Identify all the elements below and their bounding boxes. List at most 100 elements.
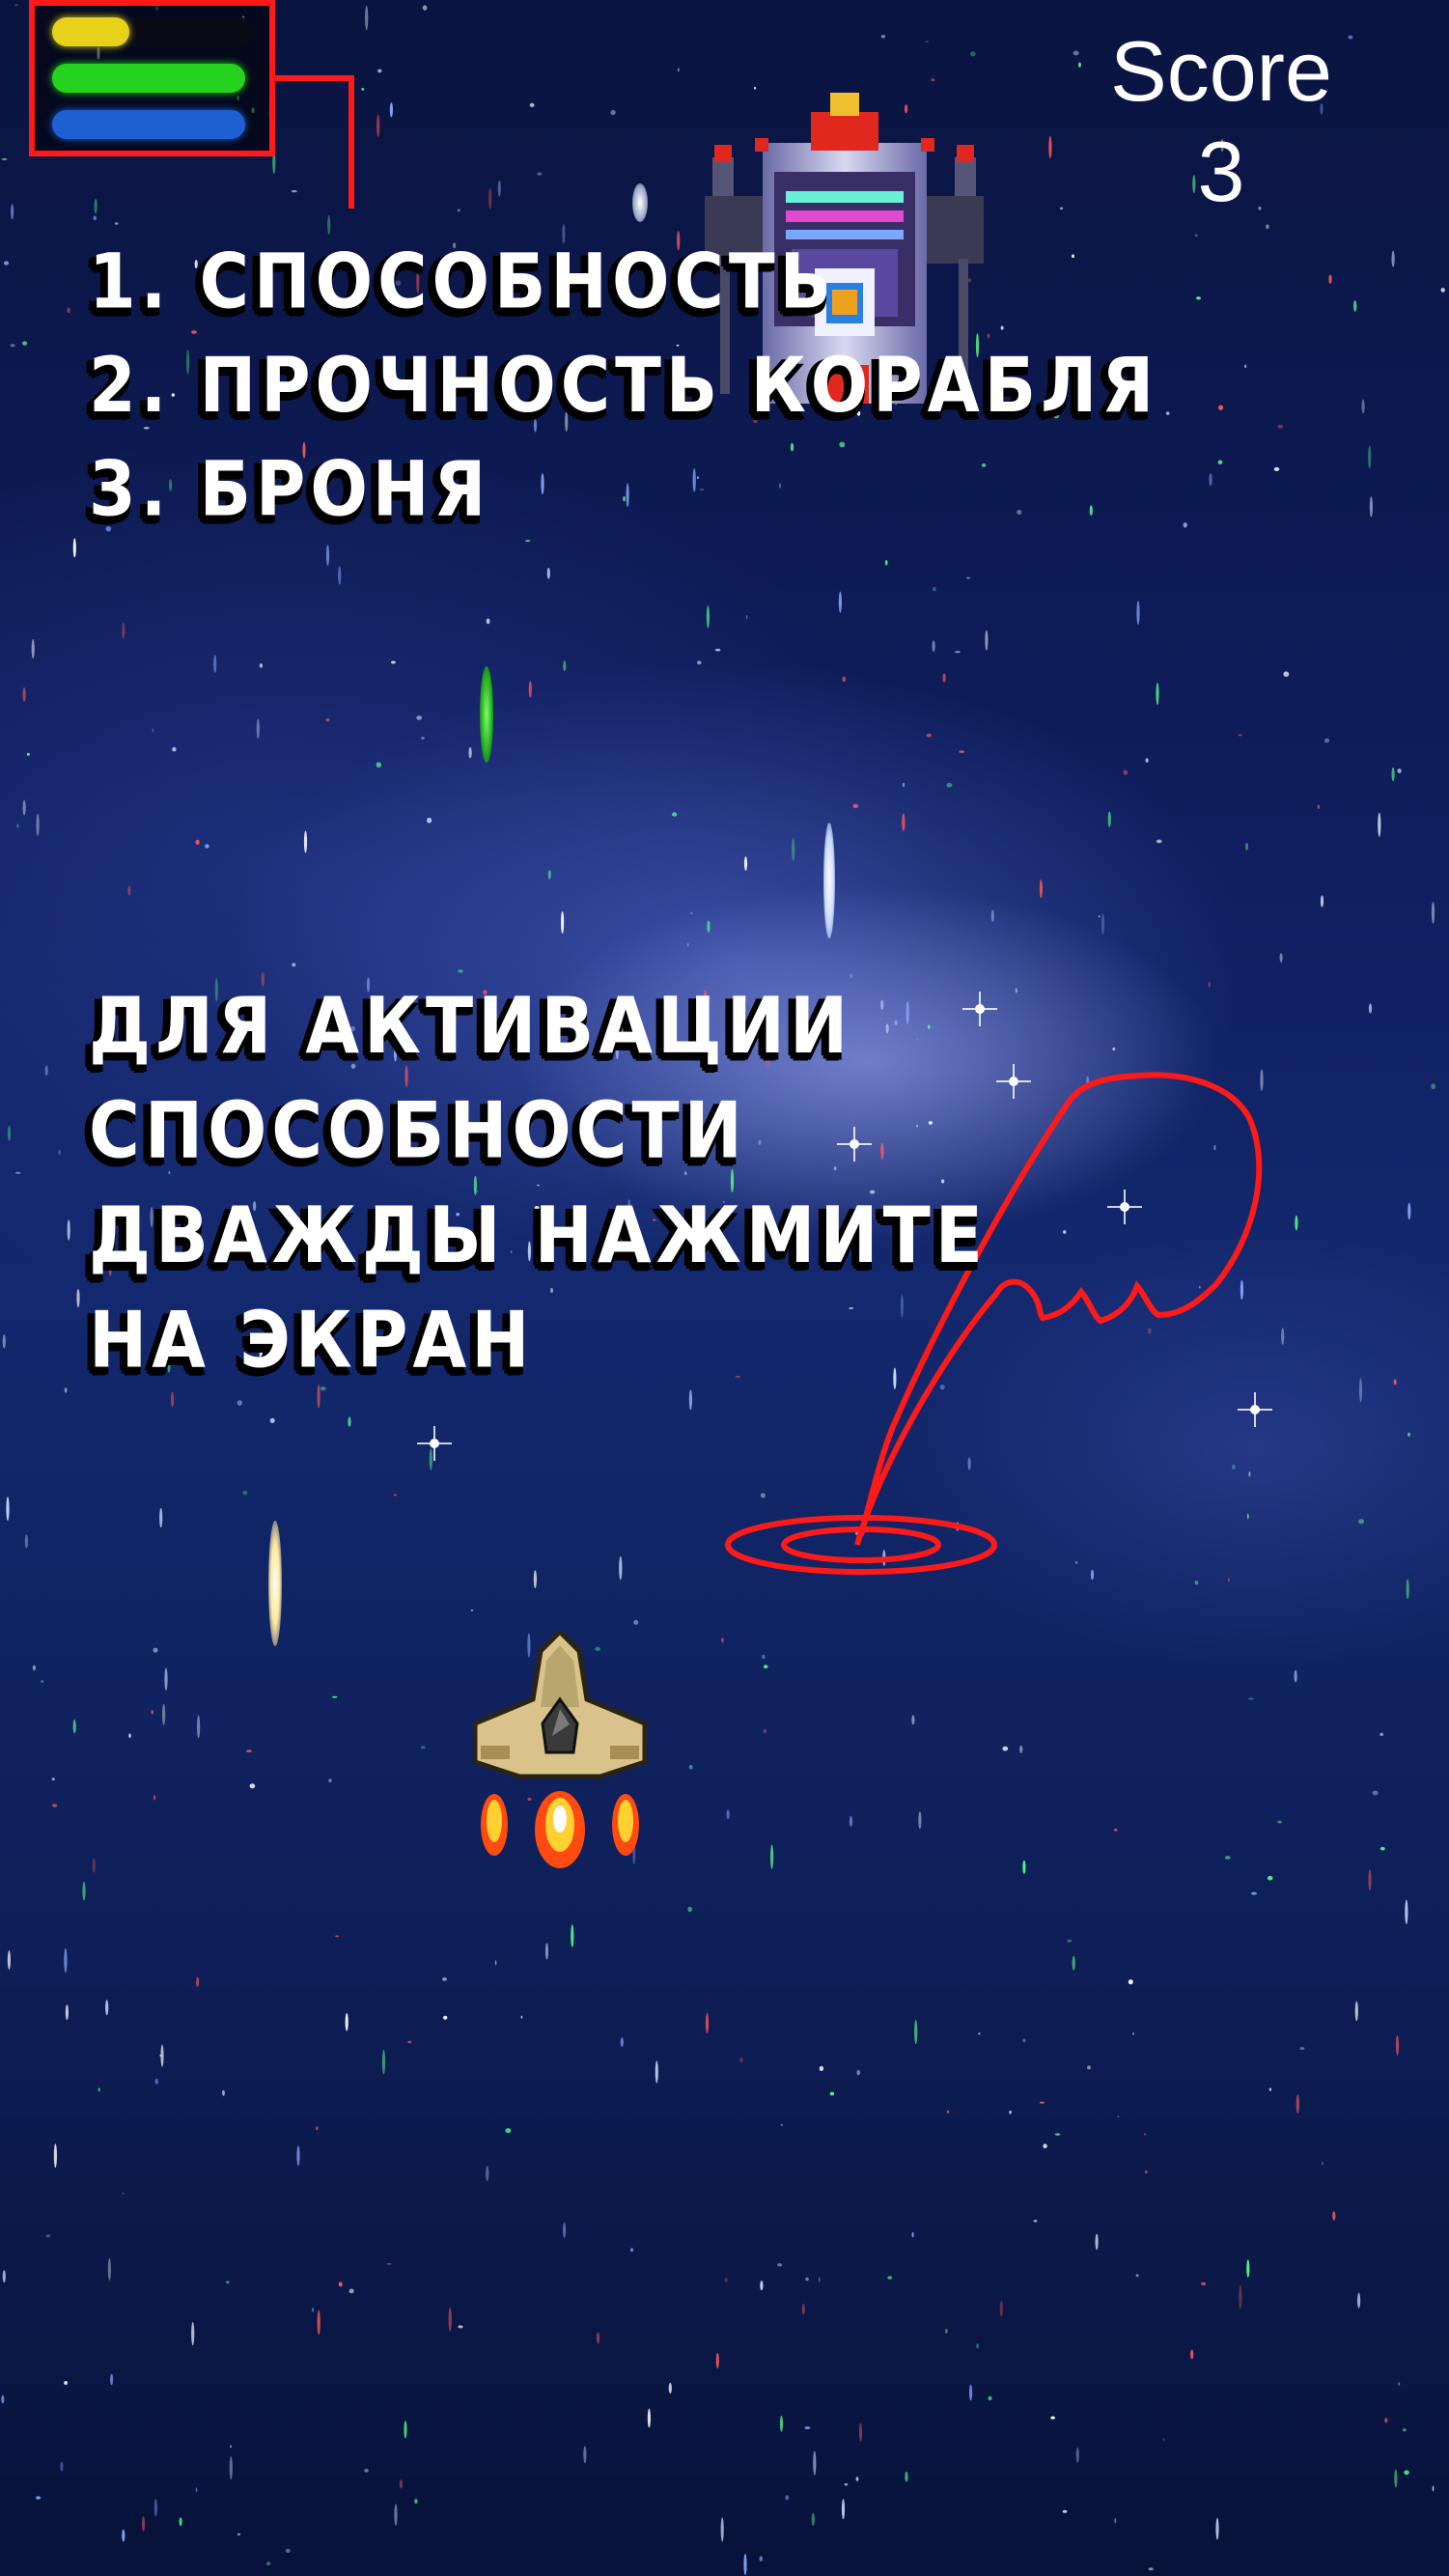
star [2, 2270, 6, 2283]
star [159, 2054, 162, 2057]
star [237, 1400, 242, 1406]
star [45, 2234, 51, 2238]
star [14, 4, 18, 7]
star [429, 1448, 432, 1470]
hint-line: дважды нажмите [89, 1190, 988, 1281]
star [1144, 2170, 1148, 2174]
star [804, 2426, 811, 2430]
enemy-projectile [632, 183, 648, 222]
star [159, 1507, 163, 1528]
star [1095, 2233, 1099, 2251]
ship-durability-bar [52, 64, 255, 93]
star [533, 1570, 538, 1588]
star [852, 803, 859, 808]
star [265, 2562, 271, 2566]
star [902, 813, 906, 831]
star [122, 2192, 125, 2195]
star [11, 204, 14, 220]
star [10, 344, 15, 348]
star [468, 746, 472, 759]
star [448, 2307, 452, 2332]
star [1440, 288, 1445, 293]
star [72, 538, 76, 558]
star [1379, 1846, 1385, 1851]
star [880, 35, 886, 39]
star [978, 2032, 981, 2035]
star [1281, 1328, 1285, 1345]
star [1183, 522, 1187, 528]
star [64, 1387, 68, 1393]
star [1217, 460, 1223, 465]
star [1039, 880, 1043, 898]
star [222, 2089, 225, 2096]
star [127, 885, 131, 896]
star [394, 2504, 398, 2526]
star [999, 2301, 1003, 2317]
star [1208, 981, 1211, 988]
star [970, 51, 976, 57]
star [1022, 2038, 1026, 2043]
star [914, 2019, 918, 2045]
star [785, 2495, 790, 2501]
star [1107, 811, 1111, 827]
star [942, 673, 946, 683]
star [762, 1654, 766, 1660]
ability-hint: для активации способности дважды нажмите… [89, 973, 988, 1393]
star [1015, 988, 1018, 994]
star [966, 576, 970, 579]
star [1324, 738, 1330, 743]
star [364, 2468, 369, 2473]
star [763, 1665, 768, 1669]
star [24, 1534, 28, 1549]
star [1251, 1891, 1257, 1895]
star [51, 1778, 55, 1780]
star [205, 844, 209, 849]
star [32, 1665, 37, 1671]
star [633, 1619, 639, 1625]
game-screen[interactable]: Score 3 1. способность 2. прочность кора… [0, 0, 1449, 2576]
star [312, 2307, 314, 2312]
star [1067, 1939, 1073, 1943]
star [458, 2325, 463, 2329]
hud-legend: 1. способность 2. прочность корабля 3. б… [89, 230, 1158, 542]
star [1128, 1979, 1133, 1985]
star [619, 1555, 623, 1581]
star [571, 1924, 574, 1947]
star [714, 648, 721, 652]
star [544, 1943, 549, 1960]
star [420, 1746, 426, 1750]
star [715, 2352, 719, 2369]
star [422, 5, 428, 11]
star [905, 2471, 908, 2482]
enemy-projectile [480, 666, 493, 763]
score-display: Score 3 [1062, 21, 1380, 222]
star [316, 2126, 319, 2131]
star [1273, 466, 1280, 471]
star [838, 591, 843, 613]
star [1239, 2284, 1242, 2310]
star [328, 1778, 332, 1783]
star [195, 2487, 198, 2493]
star [377, 69, 382, 73]
star [164, 1667, 168, 1691]
star [76, 1289, 80, 1307]
star [442, 1976, 447, 1981]
star [946, 2110, 950, 2114]
star [1246, 2259, 1250, 2278]
star [818, 2277, 821, 2283]
star [1148, 2567, 1154, 2571]
hint-line: на экран [89, 1294, 535, 1386]
star [1384, 2418, 1388, 2423]
star [1062, 2509, 1068, 2513]
star [1277, 1820, 1282, 1824]
star [1002, 1746, 1009, 1751]
star [44, 1065, 48, 1077]
star [303, 830, 308, 854]
star [7, 1950, 11, 1970]
star [1190, 2349, 1194, 2360]
star [1098, 915, 1101, 918]
star [988, 2395, 992, 2401]
star [1405, 1899, 1408, 1924]
star [563, 2222, 567, 2238]
star [335, 1935, 339, 1938]
